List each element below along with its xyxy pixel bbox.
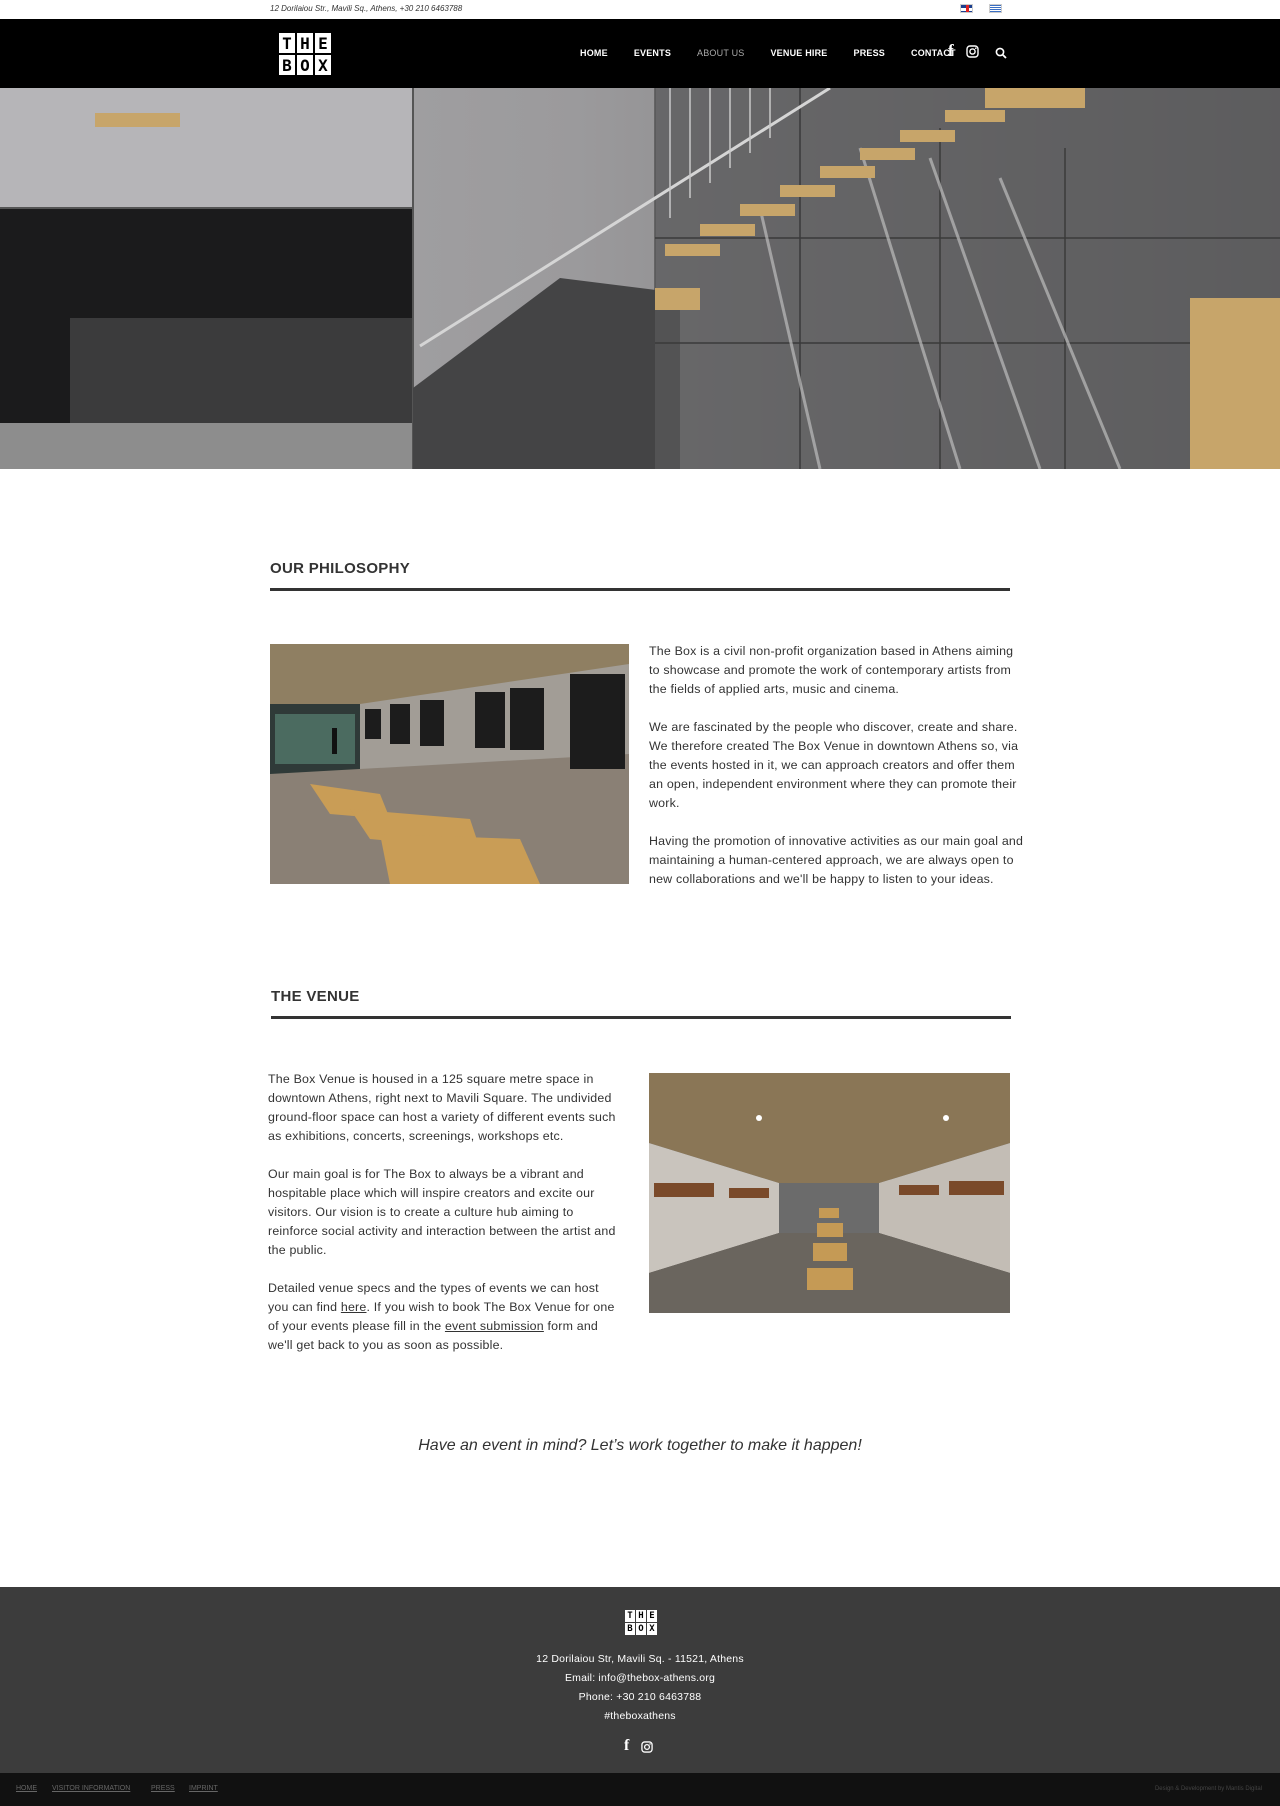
top-address: 12 Dorilaiou Str., Mavili Sq., Athens, +… [270, 4, 463, 13]
logo-letter: H [297, 33, 313, 53]
philosophy-paragraph-3: Having the promotion of innovative activ… [649, 834, 1024, 886]
nav-home[interactable]: HOME [580, 48, 608, 58]
philosophy-paragraph-2: We are fascinated by the people who disc… [649, 720, 1019, 810]
facebook-icon[interactable]: f [624, 1737, 629, 1755]
logo-letter: E [315, 33, 331, 53]
instagram-icon[interactable] [966, 45, 979, 61]
event-submission-link[interactable]: event submission [445, 1319, 544, 1333]
venue-photo [649, 1073, 1010, 1313]
instagram-icon[interactable] [641, 1741, 653, 1756]
footer-address: 12 Dorilaiou Str, Mavili Sq. - 11521, At… [536, 1653, 744, 1665]
logo-letter: B [625, 1623, 635, 1635]
event-call-to-action: Have an event in mind? Let’s work togeth… [418, 1437, 862, 1454]
top-info-bar: 12 Dorilaiou Str., Mavili Sq., Athens, +… [0, 0, 1280, 19]
logo-letter: E [647, 1610, 657, 1622]
footer-logo[interactable]: T H E B O X [625, 1610, 657, 1636]
logo-letter: T [279, 33, 295, 53]
footer-hashtag: #theboxathens [604, 1710, 676, 1722]
nav-venue-hire[interactable]: VENUE HIRE [770, 48, 827, 58]
footer-email[interactable]: Email: info@thebox-athens.org [0, 1672, 1280, 1684]
venue-paragraph-2: Our main goal is for The Box to always b… [268, 1167, 616, 1257]
venue-paragraph-3: Detailed venue specs and the types of ev… [268, 1279, 620, 1355]
bottom-link-visitor-information[interactable]: VISITOR INFORMATION [52, 1785, 130, 1792]
nav-events[interactable]: EVENTS [634, 48, 671, 58]
nav-press[interactable]: PRESS [854, 48, 886, 58]
logo-letter: O [636, 1623, 646, 1635]
logo-letter: O [297, 55, 313, 75]
logo-letter: X [315, 55, 331, 75]
main-nav: HOME EVENTS ABOUT US VENUE HIRE PRESS CO… [580, 48, 982, 58]
venue-specs-link[interactable]: here [341, 1300, 367, 1314]
bottom-bar: HOME VISITOR INFORMATION PRESS IMPRINT D… [0, 1773, 1280, 1806]
venue-text: The Box Venue is housed in a 125 square … [268, 1070, 620, 1374]
philosophy-heading: OUR PHILOSOPHY [270, 560, 411, 577]
uk-flag-icon[interactable] [960, 4, 973, 13]
hero-image [0, 88, 1280, 469]
bottom-link-press[interactable]: PRESS [151, 1785, 175, 1792]
philosophy-divider [270, 588, 1010, 591]
philosophy-paragraph-1: The Box is a civil non-profit organizati… [649, 644, 1014, 696]
site-logo[interactable]: T H E B O X [279, 33, 331, 77]
search-icon[interactable] [995, 46, 1007, 62]
nav-about-us[interactable]: ABOUT US [697, 48, 744, 58]
bottom-link-home[interactable]: HOME [16, 1785, 37, 1792]
bottom-link-imprint[interactable]: IMPRINT [189, 1785, 218, 1792]
facebook-icon[interactable]: f [948, 41, 954, 61]
footer-phone: Phone: +30 210 6463788 [578, 1691, 702, 1703]
logo-letter: T [625, 1610, 635, 1622]
site-footer: T H E B O X 12 Dorilaiou Str, Mavili Sq.… [0, 1587, 1280, 1773]
philosophy-text: The Box is a civil non-profit organizati… [649, 642, 1024, 908]
design-credit: Design & Development by Mantis Digital [1154, 1786, 1262, 1792]
venue-paragraph-1: The Box Venue is housed in a 125 square … [268, 1072, 616, 1143]
venue-heading: THE VENUE [271, 988, 360, 1005]
logo-letter: H [636, 1610, 646, 1622]
logo-letter: B [279, 55, 295, 75]
gallery-photo [270, 644, 629, 884]
venue-divider [271, 1016, 1011, 1019]
logo-letter: X [647, 1623, 657, 1635]
site-header: T H E B O X HOME EVENTS ABOUT US VENUE H… [0, 19, 1280, 88]
greek-flag-icon[interactable] [989, 4, 1002, 13]
